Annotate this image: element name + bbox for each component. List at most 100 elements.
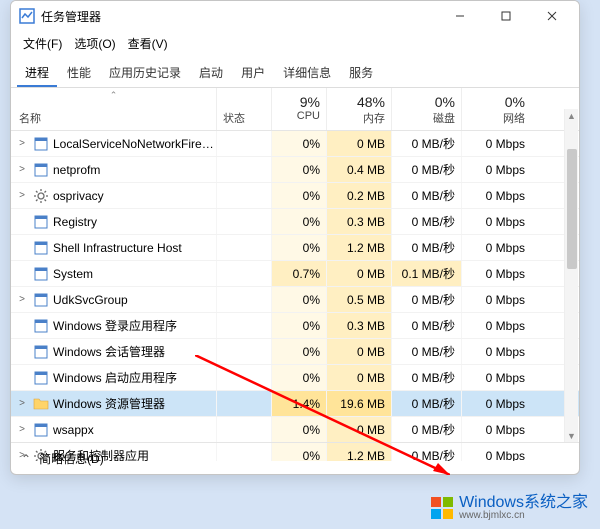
col-disk[interactable]: 0% 磁盘: [391, 88, 461, 130]
memory-cell: 0.3 MB: [326, 313, 391, 338]
cpu-cell: 0%: [271, 339, 326, 364]
process-list[interactable]: >LocalServiceNoNetworkFirew...0%0 MB0 MB…: [11, 131, 579, 461]
col-name-label: 名称: [19, 110, 41, 126]
process-name: osprivacy: [53, 189, 104, 203]
col-memory[interactable]: 48% 内存: [326, 88, 391, 130]
table-row[interactable]: Windows 会话管理器0%0 MB0 MB/秒0 Mbps: [11, 339, 579, 365]
network-cell: 0 Mbps: [461, 157, 531, 182]
name-cell: > LocalServiceNoNetworkFirew...: [11, 136, 216, 152]
menu-options[interactable]: 选项(O): [70, 33, 119, 54]
process-name: Windows 会话管理器: [53, 343, 165, 360]
name-cell: Shell Infrastructure Host: [11, 240, 216, 256]
expander-icon[interactable]: >: [15, 398, 29, 409]
status-cell: [216, 209, 271, 234]
cpu-cell: 0%: [271, 287, 326, 312]
menu-file[interactable]: 文件(F): [19, 33, 66, 54]
memory-cell: 19.6 MB: [326, 391, 391, 416]
disk-cell: 0 MB/秒: [391, 209, 461, 234]
col-network[interactable]: 0% 网络: [461, 88, 531, 130]
sort-indicator-icon: ⌃: [110, 90, 118, 101]
tab-details[interactable]: 详细信息: [275, 60, 339, 87]
close-button[interactable]: [529, 1, 575, 31]
app-icon: [33, 162, 49, 178]
table-row[interactable]: >netprofm0%0.4 MB0 MB/秒0 Mbps: [11, 157, 579, 183]
tab-app-history[interactable]: 应用历史记录: [101, 60, 189, 87]
window-controls: [437, 1, 575, 31]
process-name: wsappx: [53, 423, 94, 437]
scroll-down-button[interactable]: ▼: [565, 429, 578, 443]
table-row[interactable]: Shell Infrastructure Host0%1.2 MB0 MB/秒0…: [11, 235, 579, 261]
process-name: System: [53, 267, 93, 281]
tab-users[interactable]: 用户: [233, 60, 273, 87]
minimize-button[interactable]: [437, 1, 483, 31]
table-row[interactable]: Registry0%0.3 MB0 MB/秒0 Mbps: [11, 209, 579, 235]
table-row[interactable]: >osprivacy0%0.2 MB0 MB/秒0 Mbps: [11, 183, 579, 209]
app-icon: [33, 318, 49, 334]
status-cell: [216, 313, 271, 338]
vertical-scrollbar[interactable]: ▲ ▼: [564, 109, 578, 443]
app-icon: [33, 266, 49, 282]
cpu-cell: 0%: [271, 209, 326, 234]
table-row[interactable]: >wsappx0%0 MB0 MB/秒0 Mbps: [11, 417, 579, 443]
col-name[interactable]: ⌃ 名称: [11, 88, 216, 130]
disk-cell: 0 MB/秒: [391, 131, 461, 156]
cpu-cell: 0%: [271, 131, 326, 156]
tab-services[interactable]: 服务: [341, 60, 381, 87]
name-cell: Windows 登录应用程序: [11, 317, 216, 334]
process-name: LocalServiceNoNetworkFirew...: [53, 137, 216, 151]
table-row[interactable]: >UdkSvcGroup0%0.5 MB0 MB/秒0 Mbps: [11, 287, 579, 313]
expander-icon[interactable]: >: [15, 190, 29, 201]
table-row[interactable]: Windows 启动应用程序0%0 MB0 MB/秒0 Mbps: [11, 365, 579, 391]
expander-icon[interactable]: >: [15, 164, 29, 175]
tab-processes[interactable]: 进程: [17, 60, 57, 87]
memory-cell: 0.3 MB: [326, 209, 391, 234]
chevron-up-icon[interactable]: ⌃: [21, 452, 31, 466]
memory-cell: 0 MB: [326, 339, 391, 364]
name-cell: >Windows 资源管理器: [11, 395, 216, 412]
disk-cell: 0 MB/秒: [391, 313, 461, 338]
windows-logo-icon: [431, 497, 453, 519]
disk-usage-pct: 0%: [398, 94, 455, 110]
disk-cell: 0 MB/秒: [391, 287, 461, 312]
table-row[interactable]: > LocalServiceNoNetworkFirew... 0%0 MB0 MB…: [11, 131, 579, 157]
memory-cell: 0 MB: [326, 131, 391, 156]
name-cell: >UdkSvcGroup: [11, 292, 216, 308]
status-cell: [216, 417, 271, 442]
cpu-cell: 0%: [271, 313, 326, 338]
mem-usage-pct: 48%: [333, 94, 385, 110]
table-row[interactable]: >Windows 资源管理器1.4%19.6 MB0 MB/秒0 Mbps: [11, 391, 579, 417]
menubar: 文件(F) 选项(O) 查看(V): [11, 31, 579, 58]
disk-label: 磁盘: [398, 110, 455, 126]
status-cell: [216, 339, 271, 364]
maximize-button[interactable]: [483, 1, 529, 31]
disk-cell: 0 MB/秒: [391, 235, 461, 260]
app-icon: [33, 370, 49, 386]
col-status[interactable]: 状态: [216, 88, 271, 130]
scroll-thumb[interactable]: [567, 149, 577, 269]
titlebar[interactable]: 任务管理器: [11, 1, 579, 31]
cpu-cell: 0%: [271, 365, 326, 390]
menu-view[interactable]: 查看(V): [124, 33, 172, 54]
disk-cell: 0 MB/秒: [391, 417, 461, 442]
disk-cell: 0 MB/秒: [391, 339, 461, 364]
disk-cell: 0.1 MB/秒: [391, 261, 461, 286]
status-cell: [216, 261, 271, 286]
process-name: Windows 登录应用程序: [53, 317, 177, 334]
expander-icon[interactable]: >: [15, 294, 29, 305]
table-row[interactable]: Windows 登录应用程序0%0.3 MB0 MB/秒0 Mbps: [11, 313, 579, 339]
folder-icon: [33, 396, 49, 412]
fewer-details-link[interactable]: 简略信息(D): [39, 450, 104, 467]
name-cell: Registry: [11, 214, 216, 230]
tab-startup[interactable]: 启动: [191, 60, 231, 87]
col-cpu[interactable]: 9% CPU: [271, 88, 326, 130]
process-name: Registry: [53, 215, 97, 229]
tab-performance[interactable]: 性能: [59, 60, 99, 87]
tabstrip: 进程 性能 应用历史记录 启动 用户 详细信息 服务: [11, 58, 579, 88]
expander-icon[interactable]: >: [15, 138, 29, 149]
disk-cell: 0 MB/秒: [391, 391, 461, 416]
app-icon: [33, 240, 49, 256]
table-row[interactable]: System0.7%0 MB0.1 MB/秒0 Mbps: [11, 261, 579, 287]
expander-icon[interactable]: >: [15, 424, 29, 435]
scroll-up-button[interactable]: ▲: [565, 109, 578, 123]
memory-cell: 0 MB: [326, 261, 391, 286]
